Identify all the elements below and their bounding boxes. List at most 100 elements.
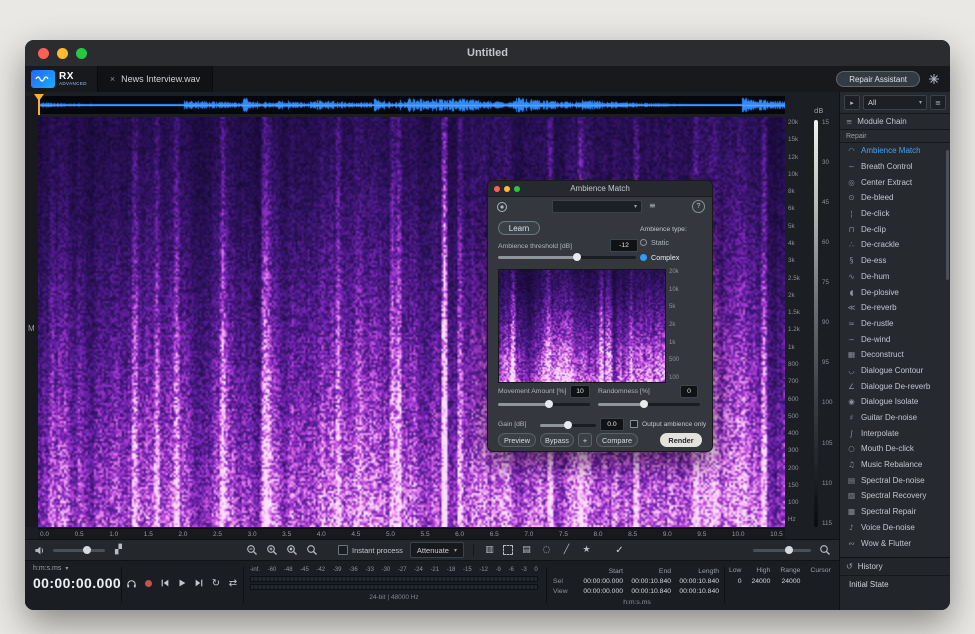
play-button[interactable] bbox=[176, 577, 188, 589]
lasso-tool-icon[interactable]: ◌ bbox=[540, 544, 553, 557]
dialog-zoom-button[interactable] bbox=[514, 186, 520, 192]
module-item-de-hum[interactable]: ∿De-hum bbox=[840, 269, 950, 285]
compare-button[interactable]: Compare bbox=[596, 433, 638, 447]
close-window-button[interactable] bbox=[38, 48, 49, 59]
zoom-to-selection-icon[interactable] bbox=[285, 544, 298, 557]
repair-assistant-button[interactable]: Repair Assistant bbox=[836, 71, 920, 87]
module-item-de-clip[interactable]: ⊓De-clip bbox=[840, 221, 950, 237]
minimize-window-button[interactable] bbox=[57, 48, 68, 59]
playhead-time-display[interactable]: 00:00:00.000 bbox=[33, 575, 121, 591]
gain-slider[interactable] bbox=[540, 424, 596, 427]
history-header[interactable]: ↺ History bbox=[840, 558, 950, 576]
record-button[interactable] bbox=[142, 577, 154, 589]
volume-knob[interactable] bbox=[83, 546, 91, 554]
zoom-slider[interactable] bbox=[753, 549, 811, 552]
output-ambience-only-checkbox[interactable] bbox=[630, 420, 638, 428]
module-item-center-extract[interactable]: ◎Center Extract bbox=[840, 174, 950, 190]
history-item[interactable]: Initial State bbox=[840, 576, 950, 589]
monitor-button[interactable] bbox=[125, 577, 137, 589]
module-item-music-rebalance[interactable]: ♫Music Rebalance bbox=[840, 457, 950, 473]
module-item-deconstruct[interactable]: ▦Deconstruct bbox=[840, 347, 950, 363]
module-item-dialogue-de-reverb[interactable]: ∠Dialogue De-reverb bbox=[840, 378, 950, 394]
apply-selection-icon[interactable]: ✓ bbox=[613, 544, 626, 557]
module-item-spectral-repair[interactable]: ▩Spectral Repair bbox=[840, 504, 950, 520]
monitor-volume-slider[interactable] bbox=[53, 549, 105, 552]
sidebar-scrollbar[interactable] bbox=[946, 150, 949, 280]
selection-value[interactable]: 00:00:10.840 bbox=[623, 587, 671, 597]
randomness-slider[interactable] bbox=[598, 403, 700, 406]
zoom-knob[interactable] bbox=[785, 546, 793, 554]
selection-value[interactable]: 00:00:00.000 bbox=[575, 577, 623, 587]
selection-value[interactable]: 00:00:10.840 bbox=[671, 577, 719, 587]
ambience-learn-icon[interactable] bbox=[496, 200, 508, 218]
time-freq-selection-tool-icon[interactable] bbox=[503, 545, 513, 555]
preset-dropdown[interactable]: ▾ bbox=[552, 200, 642, 213]
dialog-minimize-button[interactable] bbox=[504, 186, 510, 192]
preview-button[interactable]: Preview bbox=[498, 433, 536, 447]
module-chain-item[interactable]: ≡ Module Chain bbox=[840, 113, 950, 130]
module-item-mouth-de-click[interactable]: ○Mouth De-click bbox=[840, 441, 950, 457]
module-item-de-reverb[interactable]: ≪De-reverb bbox=[840, 300, 950, 316]
go-to-end-button[interactable] bbox=[193, 577, 205, 589]
playhead-marker[interactable] bbox=[34, 94, 44, 101]
titlebar[interactable]: Untitled bbox=[25, 40, 950, 67]
selection-value[interactable]: 00:00:00.000 bbox=[575, 587, 623, 597]
dialog-titlebar[interactable]: Ambience Match bbox=[488, 181, 712, 197]
threshold-value-field[interactable]: -12 bbox=[610, 239, 638, 252]
monitor-speaker-icon[interactable] bbox=[33, 544, 46, 557]
module-item-wow-flutter[interactable]: ∾Wow & Flutter bbox=[840, 535, 950, 551]
render-button[interactable]: Render bbox=[660, 433, 702, 447]
module-item-de-rustle[interactable]: ≈De-rustle bbox=[840, 316, 950, 332]
zoom-window-button[interactable] bbox=[76, 48, 87, 59]
close-tab-icon[interactable]: × bbox=[110, 74, 115, 84]
zoom-out-icon[interactable] bbox=[245, 544, 258, 557]
gain-field[interactable]: 0.0 bbox=[600, 418, 624, 431]
loop-playback-button[interactable]: ↻ bbox=[210, 577, 222, 589]
instant-process-checkbox[interactable]: Instant process bbox=[338, 545, 403, 555]
freq-value[interactable]: 24000 bbox=[782, 578, 801, 585]
brush-tool-icon[interactable]: ╱ bbox=[560, 544, 573, 557]
category-filter-dropdown[interactable]: All ▾ bbox=[863, 95, 927, 110]
module-item-de-crackle[interactable]: ∴De-crackle bbox=[840, 237, 950, 253]
file-tab[interactable]: × News Interview.wav bbox=[97, 66, 213, 92]
channel-label[interactable]: M bbox=[28, 324, 35, 333]
time-selection-tool-icon[interactable]: ▥ bbox=[483, 544, 496, 557]
level-meter[interactable]: -inf.-60-48-45-42-39-36-33-30-27-24-21-1… bbox=[250, 567, 538, 601]
zoom-in-icon[interactable] bbox=[265, 544, 278, 557]
waveform-overview[interactable] bbox=[38, 96, 785, 114]
bypass-button[interactable]: Bypass bbox=[540, 433, 574, 447]
freq-selection-tool-icon[interactable]: ▤ bbox=[520, 544, 533, 557]
preset-menu-icon[interactable]: ≡ bbox=[649, 201, 656, 210]
module-item-voice-de-noise[interactable]: ♪Voice De-noise bbox=[840, 520, 950, 536]
selection-info[interactable]: StartEndLengthSel00:00:00.00000:00:10.84… bbox=[553, 567, 721, 606]
freq-value[interactable]: 0 bbox=[738, 578, 742, 585]
selection-value[interactable]: 00:00:10.840 bbox=[671, 587, 719, 597]
help-icon[interactable]: ? bbox=[692, 200, 705, 213]
learn-button[interactable]: Learn bbox=[498, 221, 540, 235]
amplitude-legend-bar[interactable] bbox=[814, 120, 818, 527]
frequency-scale[interactable]: 20k15k12k10k8k6k5k4k3k2.5k2k1.5k1.2k1k80… bbox=[788, 120, 811, 524]
selection-value[interactable]: 00:00:10.840 bbox=[623, 577, 671, 587]
module-item-dialogue-contour[interactable]: ◡Dialogue Contour bbox=[840, 363, 950, 379]
sidebar-menu-icon[interactable]: ≡ bbox=[930, 95, 946, 110]
module-item-spectral-recovery[interactable]: ▨Spectral Recovery bbox=[840, 488, 950, 504]
module-item-ambience-match[interactable]: ◠Ambience Match bbox=[840, 143, 950, 159]
dialog-close-button[interactable] bbox=[494, 186, 500, 192]
movement-amount-slider[interactable] bbox=[498, 403, 590, 406]
go-to-start-button[interactable] bbox=[159, 577, 171, 589]
module-preview-button[interactable]: ▸ bbox=[844, 95, 860, 110]
module-item-guitar-de-noise[interactable]: ♯Guitar De-noise bbox=[840, 410, 950, 426]
module-item-dialogue-isolate[interactable]: ◉Dialogue Isolate bbox=[840, 394, 950, 410]
ambience-type-complex[interactable]: Complex bbox=[640, 253, 679, 262]
spectrogram-waveform-blend-icon[interactable]: ▞ bbox=[112, 544, 125, 557]
module-item-de-bleed[interactable]: ⊙De-bleed bbox=[840, 190, 950, 206]
zoom-magnifier-icon[interactable] bbox=[818, 544, 831, 557]
time-format-selector[interactable]: h:m:s.ms ▾ bbox=[33, 565, 121, 572]
assistant-sparkle-icon[interactable] bbox=[928, 73, 940, 85]
follow-playhead-button[interactable]: ⇄ bbox=[227, 577, 239, 589]
slider-knob[interactable] bbox=[573, 253, 581, 261]
module-item-interpolate[interactable]: ∫Interpolate bbox=[840, 425, 950, 441]
slider-knob[interactable] bbox=[545, 400, 553, 408]
module-item-de-ess[interactable]: §De-ess bbox=[840, 253, 950, 269]
add-preset-button[interactable]: + bbox=[578, 433, 592, 447]
